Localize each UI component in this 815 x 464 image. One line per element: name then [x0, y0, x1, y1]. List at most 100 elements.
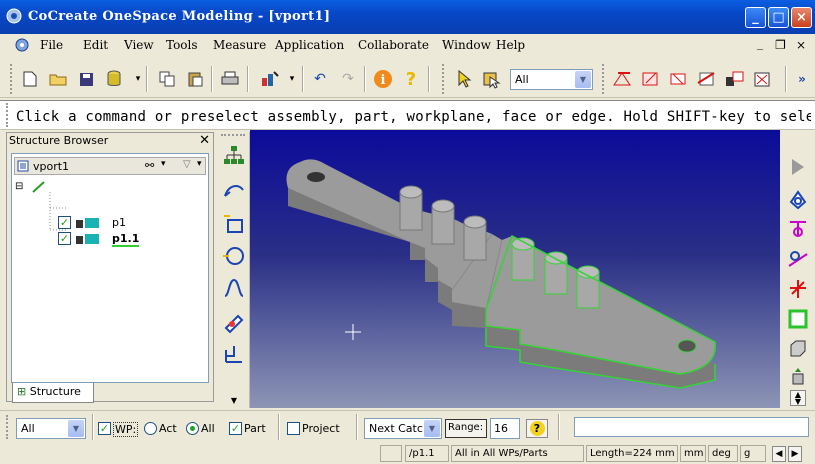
scroll-tools-icon[interactable] — [787, 366, 809, 388]
status-mass-unit: g — [740, 445, 766, 462]
root-label: vport1 — [33, 160, 70, 173]
menu-help[interactable]: Help — [496, 38, 525, 52]
close-icon[interactable]: ✕ — [199, 133, 210, 148]
part-checkbox[interactable]: ✓ — [229, 422, 242, 435]
prompt-text: Click a command or preselect assembly, p… — [16, 109, 811, 125]
act-radio[interactable] — [144, 422, 157, 435]
menu-application[interactable]: Application — [275, 38, 344, 52]
chevron-down-icon[interactable]: ▼ — [424, 420, 440, 437]
model-icon — [17, 160, 29, 172]
play-icon[interactable] — [787, 156, 809, 178]
doc-restore-button[interactable]: ❐ — [775, 38, 786, 52]
all-radio[interactable] — [186, 422, 199, 435]
tree-item-p1[interactable]: p1 — [112, 216, 126, 229]
copy-icon[interactable] — [157, 69, 177, 89]
menu-measure[interactable]: Measure — [213, 38, 266, 52]
structure-icon[interactable] — [222, 144, 246, 168]
toolbar-grip[interactable] — [10, 64, 13, 94]
chevron-down-icon[interactable]: ▾ — [161, 159, 166, 169]
rectangle-icon[interactable] — [222, 212, 246, 236]
paste-icon[interactable] — [185, 69, 205, 89]
status-current-part: /p1.1 — [405, 445, 449, 462]
menu-edit[interactable]: Edit — [83, 38, 108, 52]
corner-icon[interactable] — [222, 342, 246, 366]
select-workplane-icon[interactable] — [752, 69, 772, 89]
status-empty-cell — [380, 445, 402, 462]
scroll-left-icon[interactable]: ◀ — [772, 446, 786, 462]
chevron-down-icon[interactable]: ▼ — [68, 420, 84, 437]
circle-icon[interactable] — [222, 244, 246, 268]
viewport-3d[interactable] — [250, 130, 780, 408]
maximize-button[interactable]: □ — [768, 7, 789, 28]
doc-close-button[interactable]: × — [796, 38, 806, 52]
database-icon[interactable] — [104, 69, 124, 89]
undo-icon[interactable]: ↶ — [310, 69, 330, 89]
status-length: Length=224 mm — [586, 445, 678, 462]
scroll-down-icon[interactable]: ▼ — [222, 396, 246, 406]
axis-icon[interactable] — [787, 278, 809, 300]
help-icon[interactable]: ? — [401, 69, 421, 90]
spinner-icon[interactable]: ▲ ▼ — [790, 390, 806, 406]
structure-dropdown-icon[interactable]: ▾ — [282, 69, 302, 89]
chevron-down-icon[interactable]: ▼ — [575, 71, 591, 88]
doc-minimize-button[interactable]: _ — [757, 36, 763, 50]
root-selector[interactable]: vport1 ⚯ ▾ ▽ ▾ — [14, 157, 206, 175]
view-toolbar: ▲ ▼ — [782, 132, 815, 408]
select-face-icon[interactable] — [640, 69, 660, 89]
chevron-down-icon[interactable]: ▾ — [197, 159, 202, 169]
tree-item-p1-1[interactable]: p1.1 — [112, 232, 140, 247]
fillet-icon[interactable] — [222, 310, 246, 334]
menu-collaborate[interactable]: Collaborate — [358, 38, 429, 52]
select-assembly-icon[interactable] — [724, 69, 744, 89]
database-dropdown-icon[interactable]: ▾ — [128, 69, 148, 89]
new-file-icon[interactable] — [20, 69, 40, 89]
select-filter-icon[interactable] — [482, 69, 502, 89]
select-arrow-icon[interactable] — [455, 69, 475, 89]
expand-toggle[interactable]: ⊟ — [15, 181, 23, 192]
mirror-icon[interactable] — [787, 248, 809, 270]
select-edge-icon[interactable] — [612, 69, 632, 89]
print-icon[interactable] — [220, 69, 240, 89]
wp-checkbox[interactable]: ✓ — [98, 422, 111, 435]
structure-browser-title: Structure Browser — [9, 134, 109, 147]
structure-tools-icon[interactable] — [260, 69, 280, 89]
project-checkbox[interactable] — [287, 422, 300, 435]
tab-structure[interactable]: ⊞ Structure — [12, 383, 94, 403]
select-part-icon[interactable] — [668, 69, 688, 89]
main-toolbar: ▾ ▾ ↶ ↷ i ? All ▼ » — [0, 60, 815, 98]
document-icon[interactable] — [14, 37, 30, 53]
structure-browser: Structure Browser ✕ vport1 ⚯ ▾ ▽ ▾ ⊟ ✓ p… — [6, 132, 214, 403]
part-visibility-checkbox[interactable]: ✓ — [58, 216, 71, 229]
part-visibility-checkbox[interactable]: ✓ — [58, 232, 71, 245]
scroll-right-icon[interactable]: ▶ — [788, 446, 802, 462]
arc-icon[interactable] — [222, 178, 246, 202]
minimize-button[interactable]: _ — [745, 7, 766, 28]
menu-view[interactable]: View — [124, 38, 154, 52]
box-icon[interactable] — [787, 338, 809, 360]
filter-select[interactable]: All ▼ — [510, 69, 593, 90]
spline-icon[interactable] — [222, 276, 246, 300]
open-folder-icon[interactable] — [48, 69, 68, 89]
green-square-icon[interactable] — [787, 308, 809, 330]
close-button[interactable]: × — [791, 7, 812, 28]
range-button[interactable]: Range: — [445, 419, 487, 438]
select-body-icon[interactable] — [696, 69, 716, 89]
drill-icon[interactable] — [787, 188, 809, 210]
menu-window[interactable]: Window — [442, 38, 491, 52]
catch-select[interactable]: Next Catc ▼ — [364, 418, 442, 439]
menu-tools[interactable]: Tools — [166, 38, 198, 52]
filter-icon[interactable]: ▽ — [183, 159, 191, 170]
menu-file[interactable]: File — [40, 38, 63, 52]
command-input[interactable] — [574, 417, 809, 437]
binoculars-icon[interactable]: ⚯ — [145, 159, 154, 172]
selection-filter-select[interactable]: All ▼ — [16, 418, 86, 439]
toolbar-overflow-icon[interactable]: » — [792, 69, 812, 89]
info-icon[interactable]: i — [373, 69, 393, 89]
range-help-button[interactable]: ? — [526, 419, 548, 438]
redo-icon[interactable]: ↷ — [338, 69, 358, 89]
save-icon[interactable] — [76, 69, 96, 89]
window-title: CoCreate OneSpace Modeling - [vport1] — [28, 9, 331, 24]
tree-icon: ⊞ — [17, 385, 27, 398]
range-input[interactable]: 16 — [490, 418, 520, 439]
pattern-icon[interactable] — [787, 218, 809, 240]
